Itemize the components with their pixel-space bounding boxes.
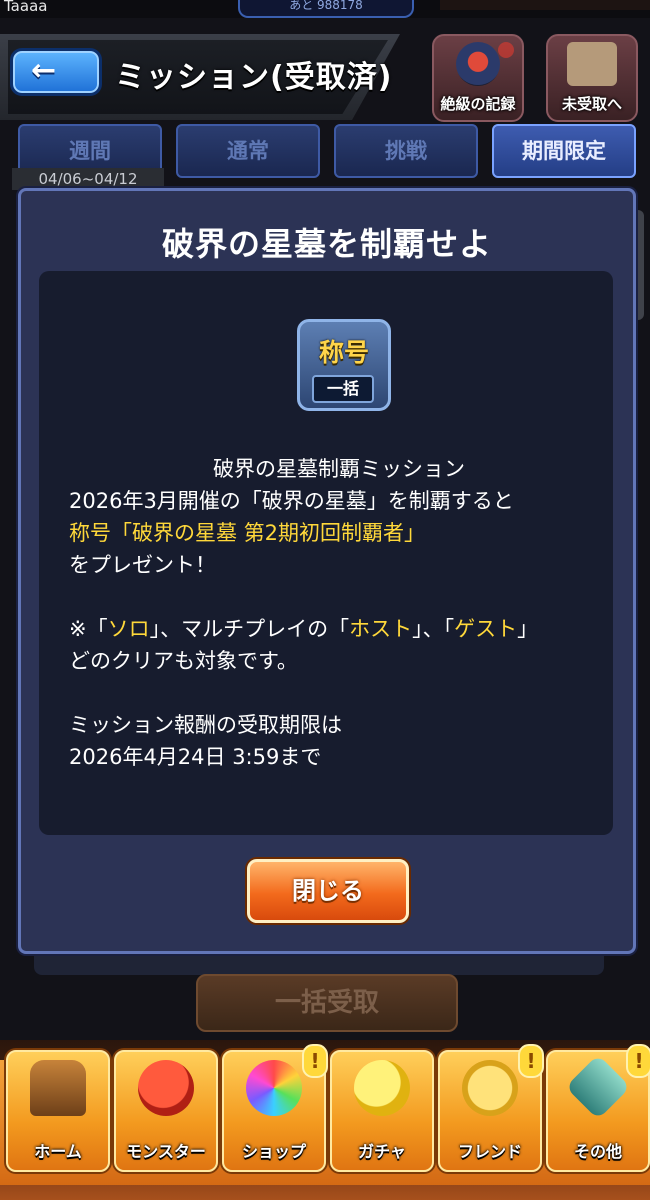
- alert-icon: !: [302, 1044, 328, 1078]
- deadline-line-1: ミッション報酬の受取期限は: [69, 713, 342, 737]
- alert-icon: !: [626, 1044, 650, 1078]
- username: Taaaa: [4, 0, 48, 15]
- close-button[interactable]: 閉じる: [247, 859, 409, 923]
- nav-label: フレンド: [457, 1142, 522, 1161]
- nav-home[interactable]: ホーム: [6, 1050, 110, 1172]
- record-label: 絶級の記録: [440, 95, 516, 113]
- shop-icon: [246, 1060, 302, 1116]
- badge-text: 称号: [318, 338, 369, 367]
- nav-label: ショップ: [241, 1142, 306, 1161]
- unclaimed-label: 未受取へ: [561, 95, 622, 113]
- mission-line-2: 2026年3月開催の「破界の星墓」を制覇すると: [69, 489, 514, 513]
- solo-highlight: ソロ: [107, 617, 150, 641]
- mission-line-1: 破界の星墓制覇ミッション: [213, 457, 465, 481]
- host-highlight: ホスト: [349, 617, 413, 641]
- note-line-2: どのクリアも対象です。: [69, 649, 298, 673]
- unclaimed-button[interactable]: 未受取へ: [546, 34, 638, 122]
- nav-friend[interactable]: フレンド !: [438, 1044, 544, 1172]
- gacha-icon: [354, 1060, 410, 1116]
- note-text: 」、「: [412, 617, 455, 641]
- badge-sub: 一括: [312, 375, 374, 403]
- reward-title-line: 称号「破界の星墓 第2期初回制覇者」: [69, 521, 426, 545]
- nav-gacha[interactable]: ガチャ: [330, 1050, 434, 1172]
- nav-label: ホーム: [34, 1142, 82, 1161]
- header: ← ミッション(受取済) 絶級の記録 未受取へ: [0, 18, 650, 122]
- nav-label: モンスター: [126, 1142, 206, 1161]
- notification-dot-icon: [498, 42, 514, 58]
- other-icon: [565, 1054, 631, 1120]
- record-button[interactable]: 絶級の記録: [432, 34, 524, 122]
- nav-label: その他: [573, 1142, 622, 1161]
- monster-icon: [138, 1060, 194, 1116]
- back-arrow-icon: ←: [31, 53, 57, 88]
- record-icon: [456, 42, 500, 86]
- claim-all-button[interactable]: 一括受取: [196, 974, 458, 1032]
- deadline-line-2: 2026年4月24日 3:59まで: [69, 745, 322, 769]
- note-text: 」: [517, 617, 539, 641]
- nav-other[interactable]: その他 !: [546, 1044, 650, 1172]
- friend-icon: [462, 1060, 518, 1116]
- page-title: ミッション(受取済): [115, 60, 393, 95]
- mission-detail-dialog: 破界の星墓を制覇せよ 称号 一括 破界の星墓制覇ミッション 2026年3月開催の…: [18, 188, 636, 954]
- points-remaining: あと 988178: [238, 0, 414, 18]
- status-bar: Taaaa あと 988178: [0, 0, 650, 18]
- back-button[interactable]: ←: [10, 48, 102, 96]
- alert-icon: !: [518, 1044, 544, 1078]
- tab-limited[interactable]: 期間限定: [492, 124, 636, 178]
- tab-normal[interactable]: 通常: [176, 124, 320, 178]
- book-icon: [567, 42, 617, 86]
- dialog-body: 称号 一括 破界の星墓制覇ミッション 2026年3月開催の「破界の星墓」を制覇す…: [39, 271, 613, 835]
- note-text: ※「: [69, 617, 108, 641]
- nav-shop[interactable]: ショップ !: [222, 1044, 328, 1172]
- tab-challenge[interactable]: 挑戦: [334, 124, 478, 178]
- note-line-1: ※「ソロ」、マルチプレイの「ホスト」、「ゲスト」: [69, 613, 609, 645]
- dialog-title: 破界の星墓を制覇せよ: [161, 225, 492, 263]
- guest-highlight: ゲスト: [454, 617, 518, 641]
- top-right-panel: [440, 0, 650, 10]
- note-text: 」、マルチプレイの「: [149, 617, 350, 641]
- nav-monster[interactable]: モンスター: [114, 1050, 218, 1172]
- nav-label: ガチャ: [358, 1142, 406, 1161]
- home-icon: [30, 1060, 86, 1116]
- bottom-nav: ホーム モンスター ショップ ! ガチャ フレンド ! その他 !: [0, 1040, 650, 1200]
- mission-line-4: をプレゼント！: [69, 553, 216, 577]
- title-badge-icon: 称号 一括: [297, 319, 391, 411]
- date-range: 04/06~04/12: [12, 168, 164, 190]
- mission-description: 破界の星墓制覇ミッション 2026年3月開催の「破界の星墓」を制覇すると 称号「…: [69, 453, 609, 773]
